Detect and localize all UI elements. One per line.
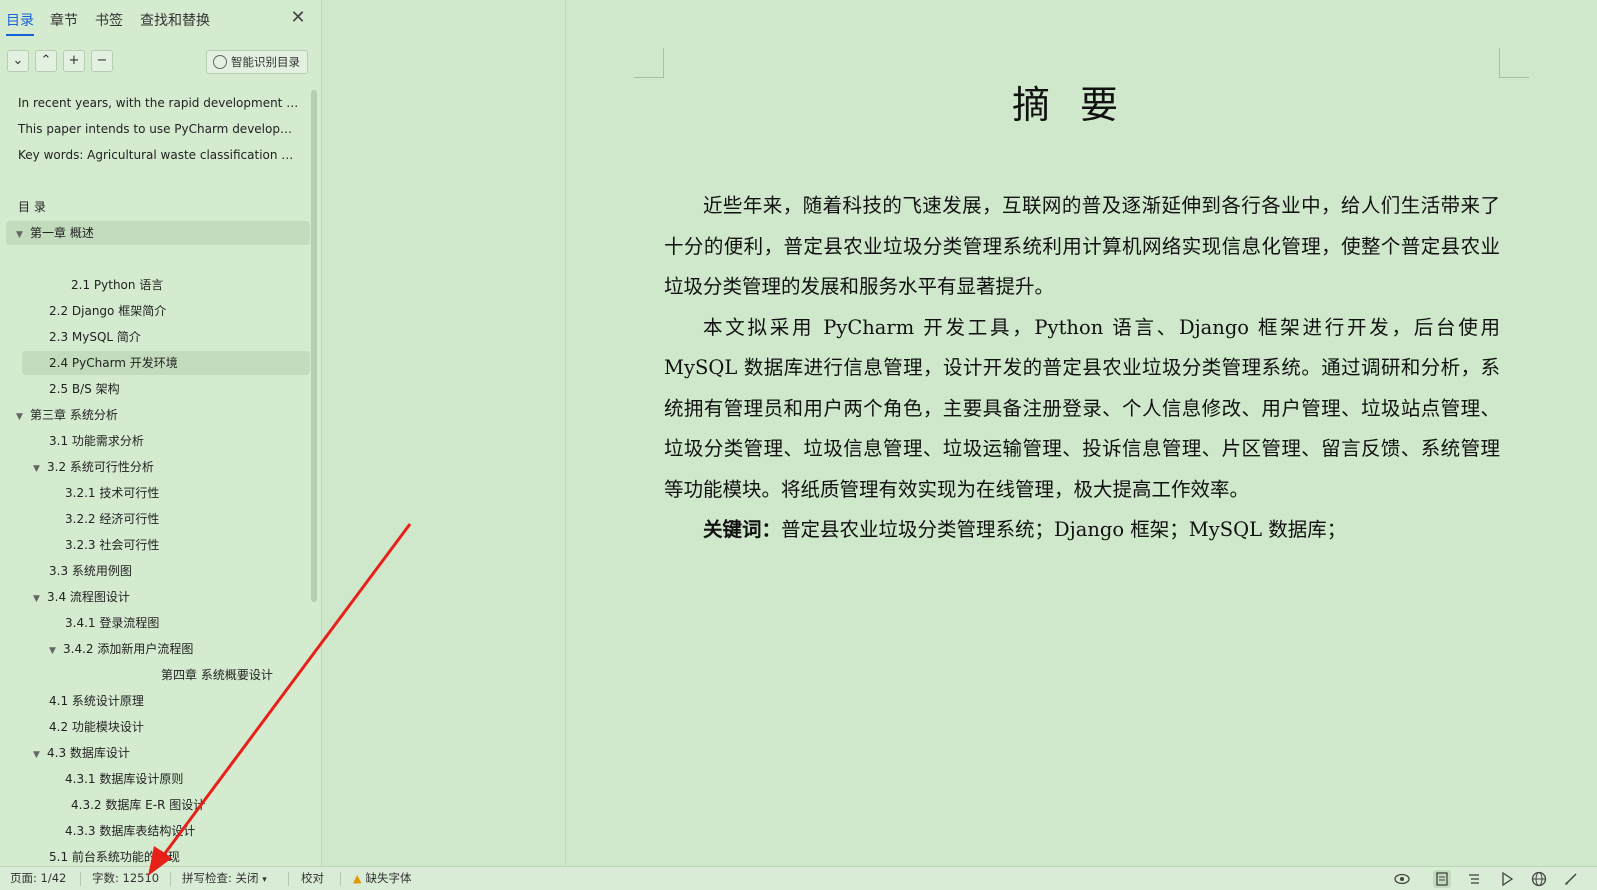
toc-item[interactable]: 3.2.1 技术可行性 bbox=[65, 481, 159, 505]
toc-item[interactable]: 5.1 前台系统功能的实现 bbox=[49, 845, 180, 866]
tab-toc[interactable]: 目录 bbox=[6, 10, 34, 36]
toc-item[interactable]: ▼ 4.3 数据库设计 bbox=[33, 741, 130, 765]
missing-fonts-button[interactable]: ▲ 缺失字体 bbox=[353, 867, 411, 890]
keywords-text: 普定县农业垃圾分类管理系统；Django 框架；MySQL 数据库； bbox=[781, 518, 1347, 541]
chevron-down-icon[interactable]: ⌄ bbox=[7, 50, 29, 72]
eye-icon[interactable] bbox=[1393, 870, 1411, 888]
toc-item[interactable]: 4.3.1 数据库设计原则 bbox=[65, 767, 183, 791]
caret-down-icon[interactable]: ▼ bbox=[33, 743, 47, 767]
status-bar: 页面: 1/42 字数: 12510 拼写检查: 关闭 ▾ 校对 ▲ 缺失字体 bbox=[0, 866, 1597, 890]
tab-bookmarks[interactable]: 书签 bbox=[95, 10, 123, 30]
proofread-button[interactable]: 校对 bbox=[301, 867, 324, 890]
spellcheck-toggle[interactable]: 拼写检查: 关闭 ▾ bbox=[182, 867, 267, 890]
pen-icon[interactable] bbox=[1562, 870, 1580, 888]
page-corner-mark bbox=[1499, 48, 1529, 78]
caret-down-icon[interactable]: ▼ bbox=[49, 639, 63, 663]
toc-item[interactable]: 2.4 PyCharm 开发环境 bbox=[22, 351, 310, 375]
toc-item[interactable]: ▼ 第一章 概述 bbox=[6, 221, 310, 245]
warning-icon: ▲ bbox=[353, 872, 362, 885]
tab-chapters[interactable]: 章节 bbox=[50, 10, 78, 30]
divider bbox=[170, 872, 171, 886]
toc-item[interactable]: 2.2 Django 框架简介 bbox=[49, 299, 166, 323]
toc-item[interactable]: 4.1 系统设计原理 bbox=[49, 689, 144, 713]
document-body[interactable]: 近些年来，随着科技的飞速发展，互联网的普及逐渐延伸到各行各业中，给人们生活带来了… bbox=[664, 186, 1500, 551]
toc-item[interactable]: 2.1 Python 语言 bbox=[71, 273, 163, 297]
minus-icon[interactable]: − bbox=[91, 50, 113, 72]
toc-scrollbar[interactable] bbox=[311, 90, 317, 602]
keywords-line: 关键词：普定县农业垃圾分类管理系统；Django 框架；MySQL 数据库； bbox=[664, 510, 1500, 551]
toc-item[interactable]: In recent years, with the rapid developm… bbox=[18, 91, 298, 115]
globe-icon[interactable] bbox=[1530, 870, 1548, 888]
toc-item[interactable]: This paper intends to use PyCharm develo… bbox=[18, 117, 292, 141]
toc-toolbar: ⌄ ⌃ + − 智能识别目录 bbox=[0, 50, 322, 78]
abstract-paragraph: 本文拟采用 PyCharm 开发工具，Python 语言、Django 框架进行… bbox=[664, 315, 1500, 501]
divider bbox=[288, 872, 289, 886]
toc-item[interactable]: ▼ 3.4.2 添加新用户流程图 bbox=[49, 637, 193, 661]
page-edge bbox=[565, 0, 566, 866]
toc-item[interactable]: ▼ 3.4 流程图设计 bbox=[33, 585, 130, 609]
toc-item[interactable]: 2.3 MySQL 简介 bbox=[49, 325, 141, 349]
document-title: 摘要 bbox=[1011, 83, 1148, 127]
keywords-label: 关键词： bbox=[703, 518, 782, 541]
smart-toc-label: 智能识别目录 bbox=[231, 55, 300, 69]
plus-icon[interactable]: + bbox=[63, 50, 85, 72]
toc-item[interactable]: 3.2.2 经济可行性 bbox=[65, 507, 159, 531]
toc-sidebar: 目录 章节 书签 查找和替换 ✕ ⌄ ⌃ + − 智能识别目录 In recen… bbox=[0, 0, 322, 866]
toc-item[interactable]: 2.5 B/S 架构 bbox=[49, 377, 120, 401]
close-icon[interactable]: ✕ bbox=[288, 8, 308, 28]
chevron-down-icon: ▾ bbox=[262, 875, 267, 885]
caret-down-icon[interactable]: ▼ bbox=[33, 587, 47, 611]
tab-find-replace[interactable]: 查找和替换 bbox=[140, 10, 210, 30]
toc-item[interactable]: ▼ 3.2 系统可行性分析 bbox=[33, 455, 154, 479]
smart-recognize-icon bbox=[213, 55, 227, 69]
toc-item[interactable]: ▼ 第三章 系统分析 bbox=[16, 403, 118, 427]
sidebar-tabs: 目录 章节 书签 查找和替换 ✕ bbox=[0, 0, 322, 40]
abstract-paragraph: 近些年来，随着科技的飞速发展，互联网的普及逐渐延伸到各行各业中，给人们生活带来了… bbox=[664, 194, 1500, 298]
toc-item[interactable]: 4.2 功能模块设计 bbox=[49, 715, 144, 739]
toc-item[interactable]: 3.4.1 登录流程图 bbox=[65, 611, 159, 635]
word-count[interactable]: 字数: 12510 bbox=[92, 867, 159, 890]
outline-view-icon[interactable] bbox=[1465, 870, 1483, 888]
toc-item[interactable]: 4.3.3 数据库表结构设计 bbox=[65, 819, 195, 843]
toc-item[interactable]: Key words: Agricultural waste classifica… bbox=[18, 143, 293, 167]
toc-item[interactable]: 目 录 bbox=[18, 195, 46, 219]
toc-item[interactable]: 第四章 系统概要设计 bbox=[161, 663, 273, 687]
play-icon[interactable] bbox=[1498, 870, 1516, 888]
page-view-icon[interactable] bbox=[1433, 870, 1451, 888]
caret-down-icon[interactable]: ▼ bbox=[33, 457, 47, 481]
divider bbox=[340, 872, 341, 886]
toc-item[interactable]: 3.2.3 社会可行性 bbox=[65, 533, 159, 557]
toc-item[interactable]: 4.3.2 数据库 E-R 图设计 bbox=[71, 793, 205, 817]
caret-down-icon[interactable]: ▼ bbox=[16, 405, 30, 429]
toc-list: In recent years, with the rapid developm… bbox=[0, 88, 312, 866]
page-indicator[interactable]: 页面: 1/42 bbox=[10, 867, 66, 890]
toc-item[interactable]: 3.3 系统用例图 bbox=[49, 559, 132, 583]
caret-down-icon[interactable]: ▼ bbox=[16, 223, 30, 247]
toc-item[interactable]: 3.1 功能需求分析 bbox=[49, 429, 144, 453]
smart-toc-button[interactable]: 智能识别目录 bbox=[206, 50, 308, 74]
chevron-up-icon[interactable]: ⌃ bbox=[35, 50, 57, 72]
divider bbox=[80, 872, 81, 886]
